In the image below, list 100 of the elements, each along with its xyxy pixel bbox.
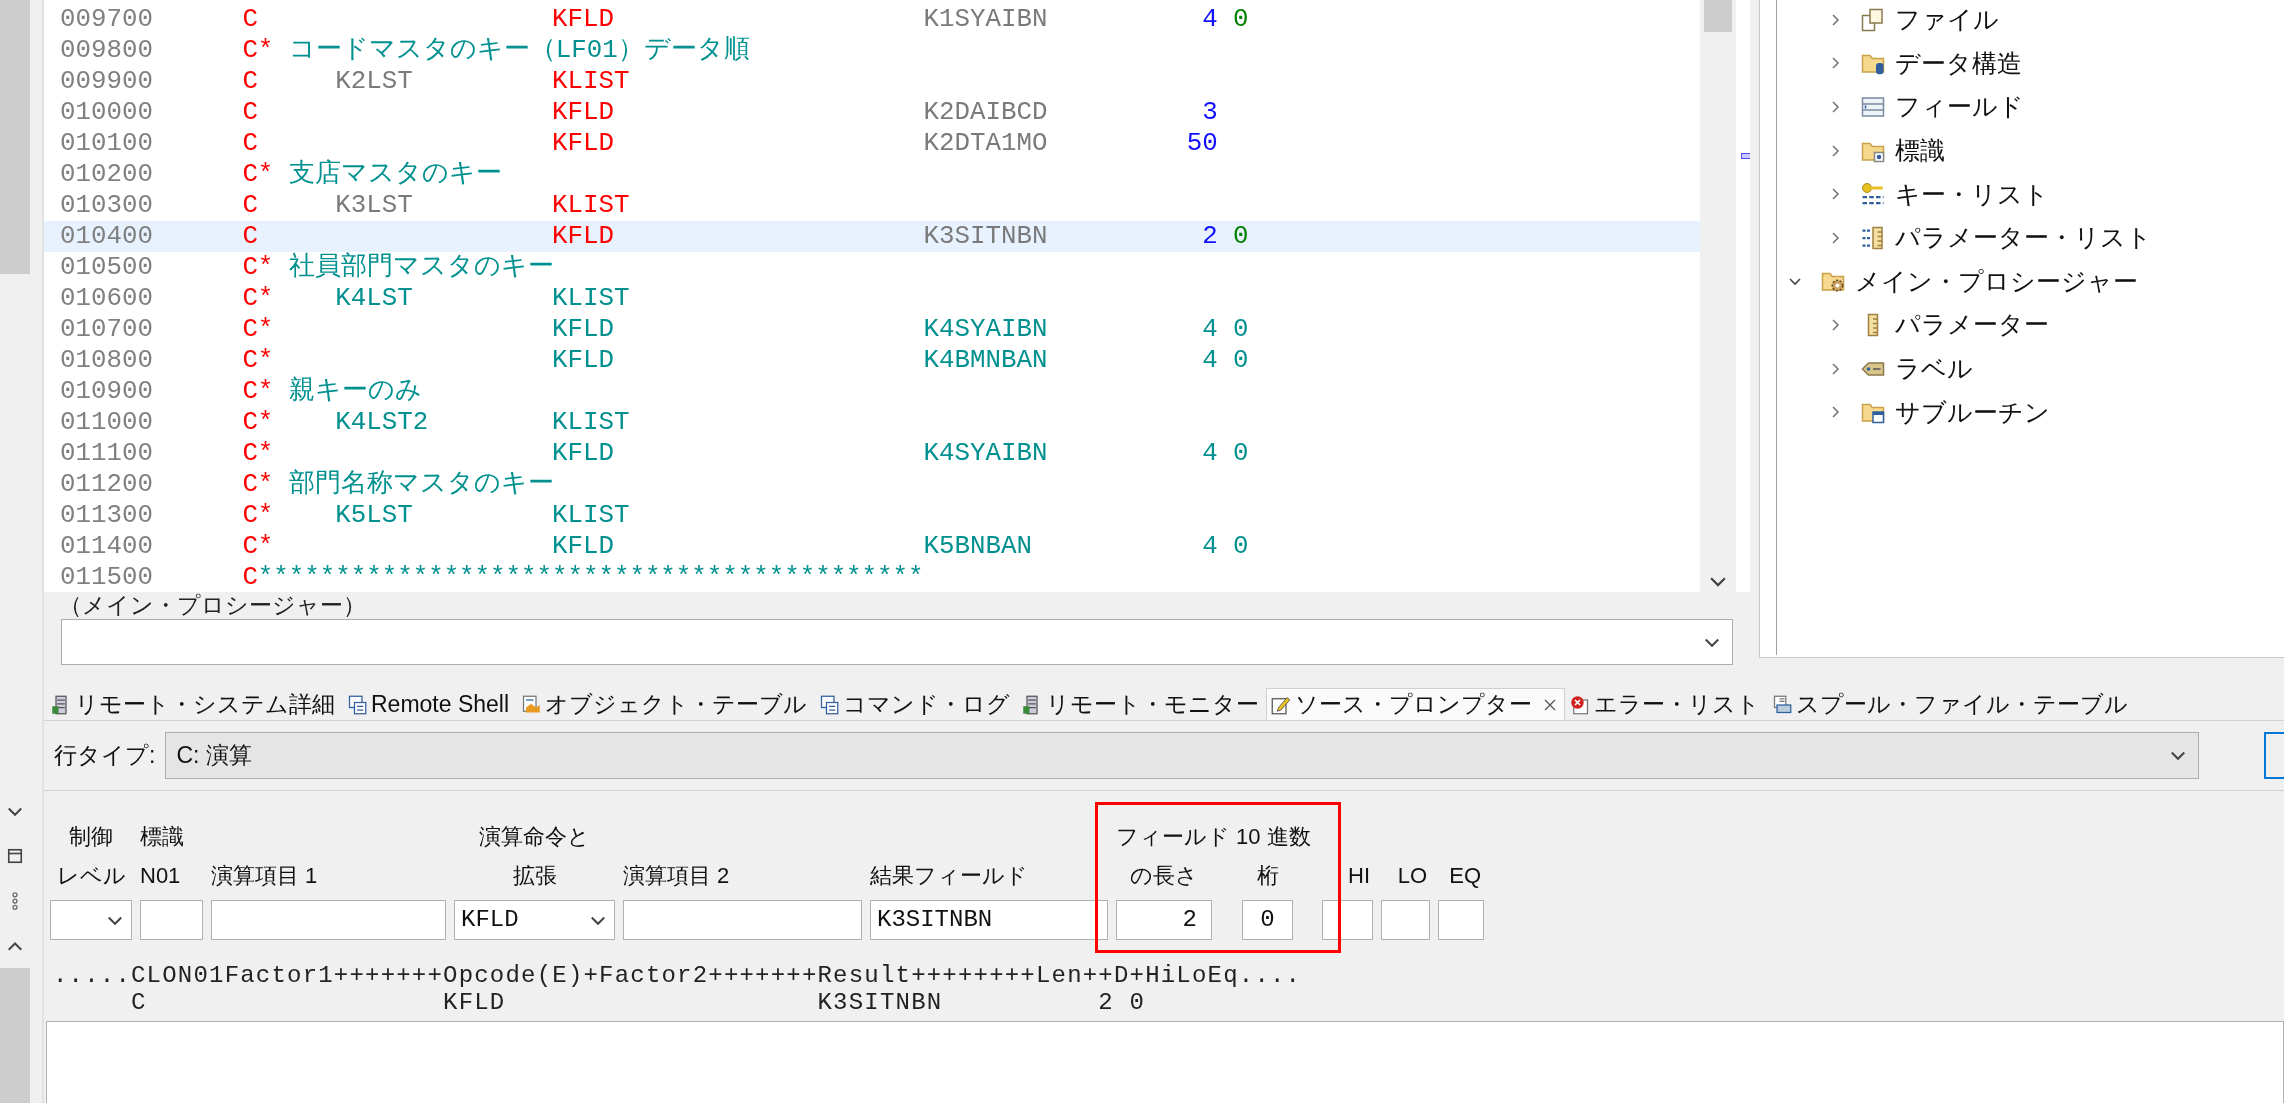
opcode-text: KFLD <box>552 345 615 376</box>
factor-text: K4LST2 <box>335 407 430 438</box>
error-icon <box>1570 694 1591 715</box>
column-heading: の長さ <box>1129 862 1199 890</box>
factor-text: K4LST <box>335 283 414 314</box>
tree-item[interactable]: ファイル <box>1895 3 1999 37</box>
source-preview: C KFLD K3SITNBN 2 0 <box>130 989 1147 1016</box>
tab[interactable]: Remote Shell <box>342 688 517 720</box>
opcode-text: KFLD <box>552 221 615 252</box>
printer-document-icon <box>1772 694 1793 715</box>
spec-code: C* <box>242 283 275 314</box>
line-number: 011200 <box>60 469 154 500</box>
column-heading: 桁 <box>1255 862 1280 890</box>
spec-code: C* <box>242 252 275 283</box>
scrollbar-thumb[interactable] <box>0 968 30 1103</box>
comment-text: ******************************************* <box>257 562 925 592</box>
line-number: 010700 <box>60 314 154 345</box>
tree-item[interactable]: パラメーター・リスト <box>1895 221 2152 255</box>
window-icon <box>347 694 367 715</box>
column-heading: 演算命令と <box>478 823 591 851</box>
result-text: K4SYAIBN <box>923 314 1049 345</box>
length-text: 4 <box>1201 438 1218 469</box>
spec-code: C <box>242 4 259 35</box>
result-text: K3SITNBN <box>923 221 1049 252</box>
line-number: 010500 <box>60 252 154 283</box>
decimals-text: 0 <box>1232 531 1249 562</box>
tab[interactable]: スプール・ファイル・テーブル <box>1767 688 2136 720</box>
edit-icon <box>1271 694 1292 715</box>
scrollbar-thumb[interactable] <box>1704 0 1732 32</box>
decimals-text: 0 <box>1232 4 1249 35</box>
spec-code: C* <box>242 500 275 531</box>
opcode-text: KFLD <box>552 438 615 469</box>
tree-item[interactable]: メイン・プロシージャー <box>1855 264 2138 298</box>
opcode-text: KFLD <box>552 4 615 35</box>
factor-text: K2LST <box>335 66 414 97</box>
comment-text: コードマスタのキー（LF01）データ順 <box>288 35 751 66</box>
tab[interactable]: コマンド・ログ <box>814 688 1018 720</box>
input-field[interactable] <box>1381 900 1430 940</box>
window-icon <box>819 694 840 715</box>
line-number: 011100 <box>60 438 154 469</box>
input-field[interactable]: 2 <box>1116 900 1212 940</box>
scrollbar-thumb[interactable] <box>0 0 30 274</box>
tree-item[interactable]: 標識 <box>1895 134 1945 168</box>
opcode-text: KLIST <box>552 283 631 314</box>
tab[interactable]: エラー・リスト <box>1565 688 1768 720</box>
side-button[interactable] <box>2264 731 2284 779</box>
tree-item[interactable]: ラベル <box>1895 352 1973 386</box>
length-text: 4 <box>1201 4 1218 35</box>
spec-code: C* <box>242 531 275 562</box>
result-text: K4SYAIBN <box>923 438 1049 469</box>
result-text: K1SYAIBN <box>923 4 1049 35</box>
tab[interactable]: リモート・モニター <box>1017 688 1267 720</box>
opcode-text: KLIST <box>552 66 631 97</box>
opcode-text: KLIST <box>552 190 631 221</box>
opcode-text: KLIST <box>552 407 631 438</box>
tab[interactable]: ソース・プロンプター <box>1266 688 1566 720</box>
line-number: 010100 <box>60 128 154 159</box>
ruler-text: .....CLON01Factor1+++++++Opcode(E)+Factor2+++++++Result++++++++Len++D+HiLoEq.... <box>53 962 1303 989</box>
line-number: 011300 <box>60 500 154 531</box>
comment-text: 支店マスタのキー <box>288 159 503 190</box>
input-field[interactable] <box>211 900 446 940</box>
line-number: 010200 <box>60 159 154 190</box>
tree-item[interactable]: パラメーター <box>1895 308 2049 342</box>
column-heading: HI <box>1348 862 1371 890</box>
line-number: 009700 <box>60 4 154 35</box>
spec-code: C* <box>242 469 275 500</box>
input-field[interactable]: 0 <box>1242 900 1293 940</box>
input-field[interactable] <box>1322 900 1373 940</box>
opcode-text: KFLD <box>552 128 615 159</box>
line-number: 010000 <box>60 97 154 128</box>
tab[interactable]: オブジェクト・テーブル <box>516 688 815 720</box>
line-number: 010400 <box>60 221 154 252</box>
input-field[interactable] <box>1438 900 1484 940</box>
line-number: 009900 <box>60 66 154 97</box>
spec-code: C* <box>242 314 275 345</box>
dropdown[interactable]: KFLD <box>454 900 615 940</box>
tree-item[interactable]: データ構造 <box>1895 46 2022 80</box>
opcode-text: KFLD <box>552 97 615 128</box>
tab[interactable]: リモート・システム詳細 <box>46 688 342 720</box>
spec-code: C* <box>242 438 275 469</box>
spec-code: C* <box>242 407 275 438</box>
length-text: 4 <box>1201 314 1218 345</box>
factor-text: K3LST <box>335 190 414 221</box>
comment-text: 部門名称マスタのキー <box>288 469 555 500</box>
comment-text: 社員部門マスタのキー <box>288 252 555 283</box>
list-icon <box>1861 95 1885 119</box>
spec-code: C <box>242 97 259 128</box>
input-field[interactable]: K3SITNBN <box>870 900 1108 940</box>
overview-marker[interactable] <box>1741 153 1750 159</box>
line-type-dropdown[interactable]: C: 演算 <box>165 731 2200 779</box>
column-heading: レベル <box>55 862 127 890</box>
tree-item[interactable]: サブルーチン <box>1895 395 2050 429</box>
tree-item[interactable]: フィールド <box>1895 90 2024 124</box>
input-field[interactable] <box>623 900 862 940</box>
input-field[interactable] <box>140 900 203 940</box>
line-number: 010800 <box>60 345 154 376</box>
tree-item[interactable]: キー・リスト <box>1895 177 2049 211</box>
opcode-text: KFLD <box>552 531 615 562</box>
spec-code: C* <box>242 376 275 407</box>
spec-code: C <box>242 128 259 159</box>
